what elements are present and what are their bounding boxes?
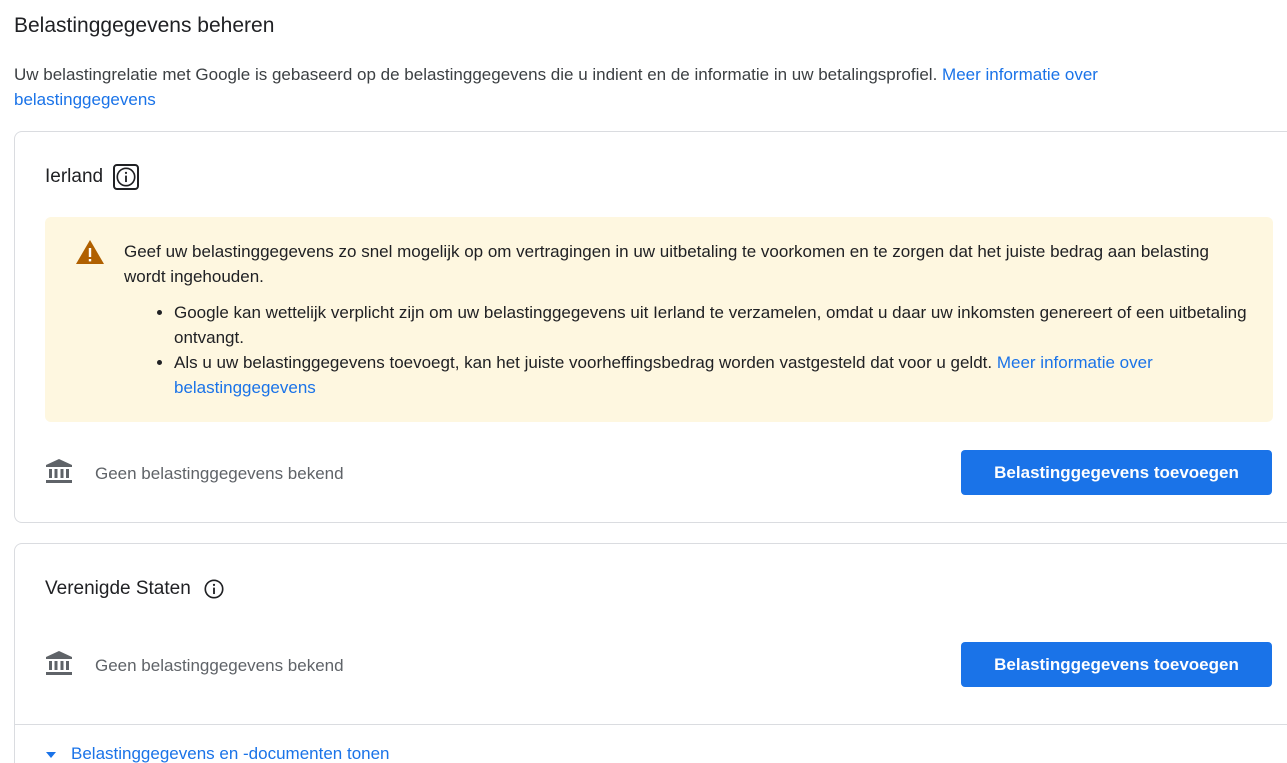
bank-icon bbox=[45, 650, 73, 681]
list-item: Google kan wettelijk verplicht zijn om u… bbox=[174, 300, 1284, 350]
country-name: Verenigde Staten bbox=[45, 578, 191, 599]
warning-list: Google kan wettelijk verplicht zijn om u… bbox=[124, 300, 1284, 400]
country-header-us: Verenigde Staten bbox=[45, 576, 227, 602]
warning-icon bbox=[75, 239, 105, 270]
country-header-ireland: Ierland bbox=[45, 164, 140, 190]
status-text: Geen belastinggegevens bekend bbox=[95, 655, 344, 675]
list-item: Als u uw belastinggegevens toevoegt, kan… bbox=[174, 350, 1284, 400]
page-title: Belastinggegevens beheren bbox=[14, 14, 275, 37]
show-documents-label: Belastinggegevens en -documenten tonen bbox=[71, 744, 390, 763]
add-tax-info-button[interactable]: Belastinggegevens toevoegen bbox=[961, 450, 1272, 495]
country-card-us: Verenigde Staten Geen belastinggegevens … bbox=[14, 543, 1287, 763]
list-item-text: Als u uw belastinggegevens toevoegt, kan… bbox=[174, 353, 993, 372]
country-name: Ierland bbox=[45, 166, 104, 187]
info-icon[interactable] bbox=[113, 164, 140, 190]
tax-info-page: Belastinggegevens beheren Uw belastingre… bbox=[0, 0, 1287, 763]
intro-text: Uw belastingrelatie met Google is gebase… bbox=[14, 65, 938, 84]
intro-paragraph: Uw belastingrelatie met Google is gebase… bbox=[14, 62, 1244, 112]
country-card-ireland: Ierland Geef uw belastinggegevens zo sne… bbox=[14, 131, 1287, 523]
caret-down-icon bbox=[45, 744, 57, 763]
warning-banner: Geef uw belastinggegevens zo snel mogeli… bbox=[45, 217, 1273, 422]
status-row-ireland: Geen belastinggegevens bekend bbox=[45, 458, 344, 489]
status-text: Geen belastinggegevens bekend bbox=[95, 463, 344, 483]
info-icon[interactable] bbox=[201, 576, 227, 602]
add-tax-info-button[interactable]: Belastinggegevens toevoegen bbox=[961, 642, 1272, 687]
divider bbox=[15, 724, 1287, 725]
show-documents-toggle[interactable]: Belastinggegevens en -documenten tonen bbox=[45, 744, 390, 763]
warning-text: Geef uw belastinggegevens zo snel mogeli… bbox=[124, 242, 1209, 286]
bank-icon bbox=[45, 458, 73, 489]
status-row-us: Geen belastinggegevens bekend bbox=[45, 650, 344, 681]
